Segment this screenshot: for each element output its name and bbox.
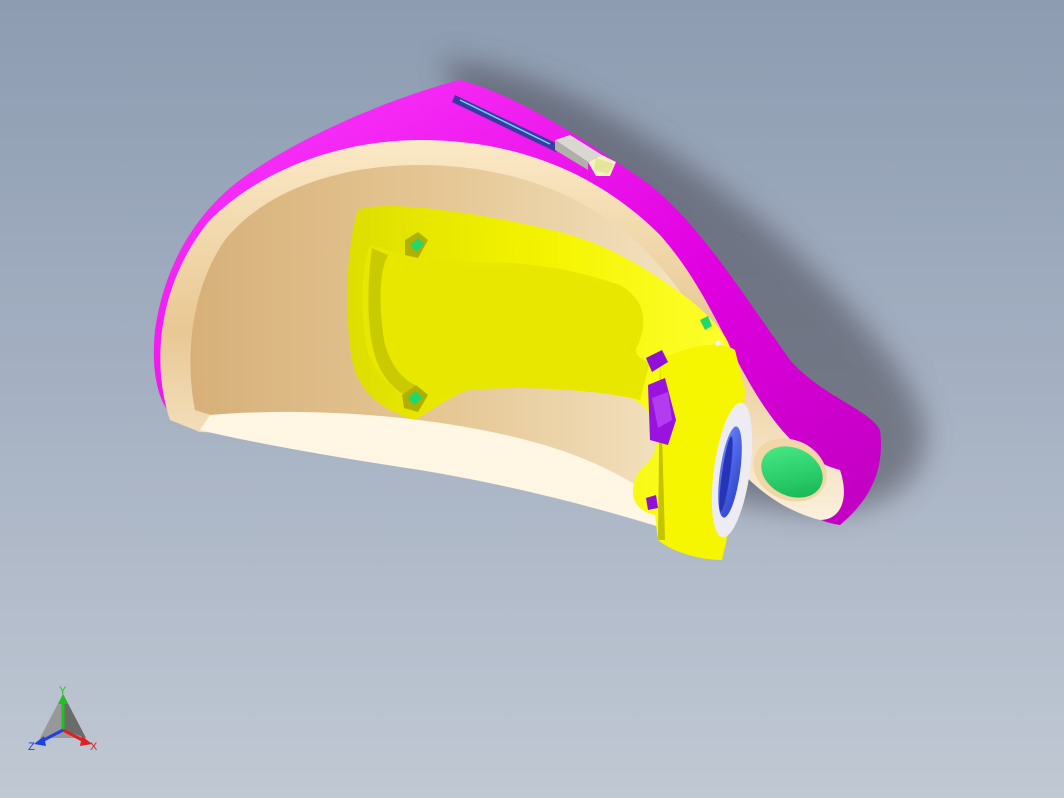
z-axis-label: Z <box>28 741 35 753</box>
3d-viewport[interactable]: Y X Z <box>0 0 1064 798</box>
y-axis-label: Y <box>59 685 67 697</box>
coordinate-triad: Y X Z <box>28 685 98 753</box>
x-axis-label: X <box>90 741 98 753</box>
z-axis-arrow <box>34 736 46 746</box>
